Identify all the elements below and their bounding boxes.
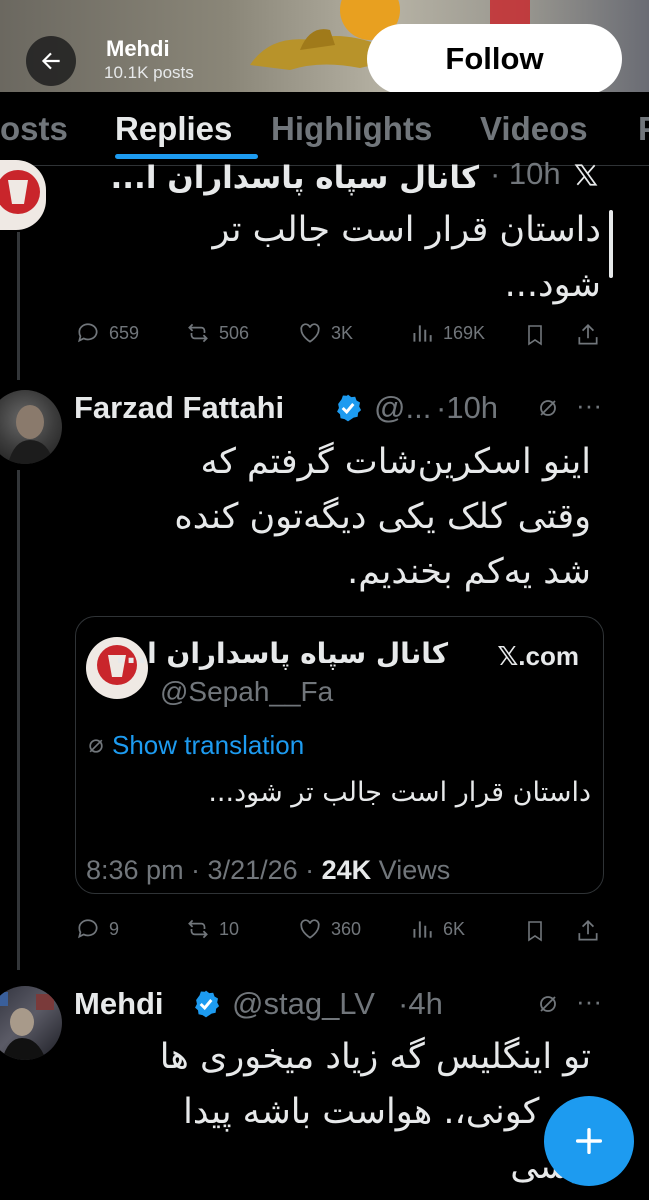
- x-logo-icon: [574, 164, 598, 186]
- posts-count: 10.1K posts: [104, 63, 194, 82]
- plus-icon: [575, 1127, 603, 1155]
- post-author[interactable]: Mehdi: [74, 986, 164, 1022]
- compose-button[interactable]: [544, 1096, 634, 1186]
- repost-icon: [188, 323, 208, 343]
- post-time: ·10h: [436, 390, 499, 425]
- thread-line: [17, 470, 20, 970]
- tab-highlights[interactable]: Highlights: [271, 110, 432, 148]
- reply-icon: [78, 919, 98, 939]
- tab-replies[interactable]: Replies: [115, 110, 232, 148]
- quote-text: داستان قرار است جالب تر شود...: [208, 777, 591, 808]
- repost-button[interactable]: 506: [185, 320, 249, 346]
- post-actions: 9 10 360 6K: [75, 916, 600, 946]
- person-photo-icon: [8, 405, 54, 464]
- profile-header: Mehdi 10.1K posts Follow: [0, 0, 649, 92]
- post-time: ·4h: [398, 986, 443, 1021]
- avatar[interactable]: [0, 390, 62, 464]
- grok-icon[interactable]: [536, 396, 560, 420]
- post-author[interactable]: Farzad Fattahi: [74, 390, 284, 426]
- quote-footer: 8:36 pm · 3/21/26 · 24K Views: [86, 855, 451, 885]
- follow-button[interactable]: Follow: [367, 24, 622, 92]
- profile-tabs: osts Replies Highlights Videos P: [0, 92, 649, 166]
- repost-button[interactable]: 10: [185, 916, 239, 942]
- grok-icon: [89, 738, 103, 753]
- reply-button[interactable]: 659: [75, 320, 139, 346]
- reply-icon: [78, 323, 98, 343]
- share-icon[interactable]: [575, 322, 601, 348]
- repost-icon: [188, 919, 208, 939]
- arrow-left-icon: [41, 52, 60, 70]
- post-author[interactable]: کانال سپاه پاسداران ا...: [111, 160, 480, 196]
- post-handle[interactable]: @...: [374, 390, 431, 426]
- views-button[interactable]: 6K: [409, 916, 465, 942]
- post-text: داستان قرار است جالب تر شود...: [212, 210, 601, 305]
- quote-author: کانال سپاه پاسداران ا...: [115, 637, 448, 670]
- reply-button[interactable]: 9: [75, 916, 119, 942]
- tab-posts[interactable]: osts: [0, 110, 68, 148]
- post-time: · 10h: [490, 156, 561, 191]
- heart-icon: [300, 919, 320, 939]
- post-text: تو اینگلیس گه زیاد میخوری ها چه کونی،. ه…: [159, 1037, 591, 1187]
- show-translation-link[interactable]: Show translation: [86, 730, 304, 761]
- views-button[interactable]: 169K: [409, 320, 485, 346]
- quote-source: 𝕏.com: [497, 641, 579, 671]
- more-options-icon[interactable]: ···: [576, 986, 602, 1017]
- share-icon[interactable]: [575, 918, 601, 944]
- more-options-icon[interactable]: ···: [576, 390, 602, 421]
- verified-badge-icon: [195, 990, 220, 1018]
- views-icon: [413, 325, 432, 342]
- grok-icon[interactable]: [536, 992, 560, 1016]
- bookmark-icon[interactable]: [523, 918, 547, 944]
- post-actions: 659 506 3K 169K: [75, 320, 600, 350]
- heart-icon: [300, 323, 320, 343]
- profile-name: Mehdi: [106, 36, 170, 61]
- quote-handle: @Sepah__Fa: [160, 676, 334, 707]
- sepah-logo-icon: [0, 170, 40, 214]
- active-tab-indicator: [115, 154, 258, 159]
- like-button[interactable]: 3K: [297, 320, 353, 346]
- views-icon: [413, 921, 432, 938]
- bookmark-icon[interactable]: [523, 322, 547, 348]
- post-text: اینو اسکرین‌شات گرفتم که وقتی کلک یکی دی…: [174, 442, 591, 592]
- tab-photos[interactable]: P: [638, 110, 649, 148]
- post-handle[interactable]: @stag_LV: [232, 986, 375, 1022]
- tab-videos[interactable]: Videos: [480, 110, 588, 148]
- like-button[interactable]: 360: [297, 916, 361, 942]
- quoted-post[interactable]: کانال سپاه پاسداران ا... 𝕏.com @Sepah__F…: [75, 616, 604, 894]
- verified-badge-icon: [337, 394, 362, 422]
- scrollbar[interactable]: [609, 210, 613, 278]
- thread-line: [17, 232, 20, 380]
- back-button[interactable]: [26, 36, 76, 86]
- avatar[interactable]: [0, 160, 46, 230]
